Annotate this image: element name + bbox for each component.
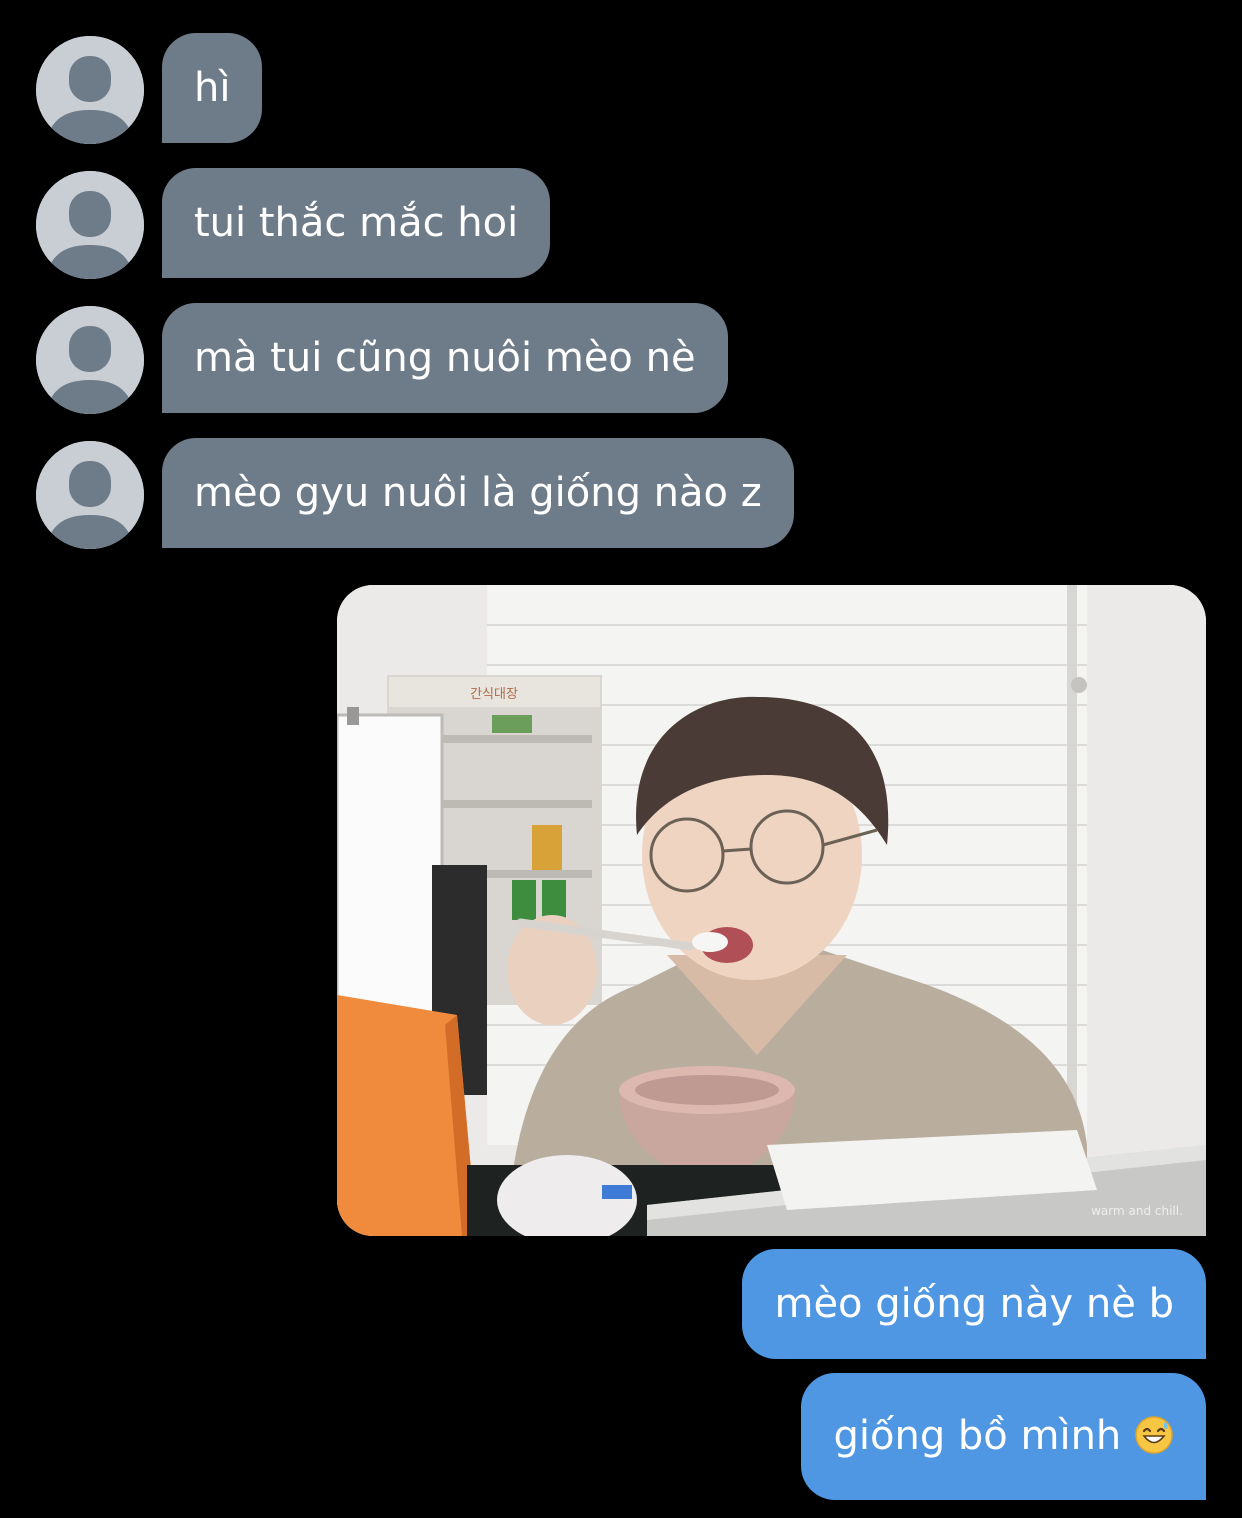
default-avatar-icon [36,36,144,144]
photo-message[interactable]: 간식대장 warm and chill. [337,585,1206,1236]
outgoing-bubble[interactable]: mèo giống này nè b [742,1249,1206,1359]
avatar[interactable] [36,171,144,279]
incoming-bubble[interactable]: mà tui cũng nuôi mèo nè [162,303,728,413]
default-avatar-icon [36,441,144,549]
grinning-sweat-emoji-icon [1135,1416,1173,1454]
default-avatar-icon [36,306,144,414]
outgoing-bubble[interactable]: giống bồ mình [801,1373,1206,1500]
avatar[interactable] [36,441,144,549]
shelf-sign-text: 간식대장 [470,687,518,702]
photo-watermark-text: warm and chill. [1091,1204,1183,1218]
avatar[interactable] [36,36,144,144]
avatar[interactable] [36,306,144,414]
default-avatar-icon [36,171,144,279]
incoming-bubble[interactable]: hì [162,33,263,143]
incoming-bubble[interactable]: tui thắc mắc hoi [162,168,551,278]
outgoing-bubble-text: mèo giống này nè b [774,1281,1174,1327]
photo-image: 간식대장 warm and chill. [337,585,1206,1236]
incoming-bubble[interactable]: mèo gyu nuôi là giống nào z [162,438,794,548]
outgoing-bubble-text: giống bồ mình [833,1413,1122,1459]
